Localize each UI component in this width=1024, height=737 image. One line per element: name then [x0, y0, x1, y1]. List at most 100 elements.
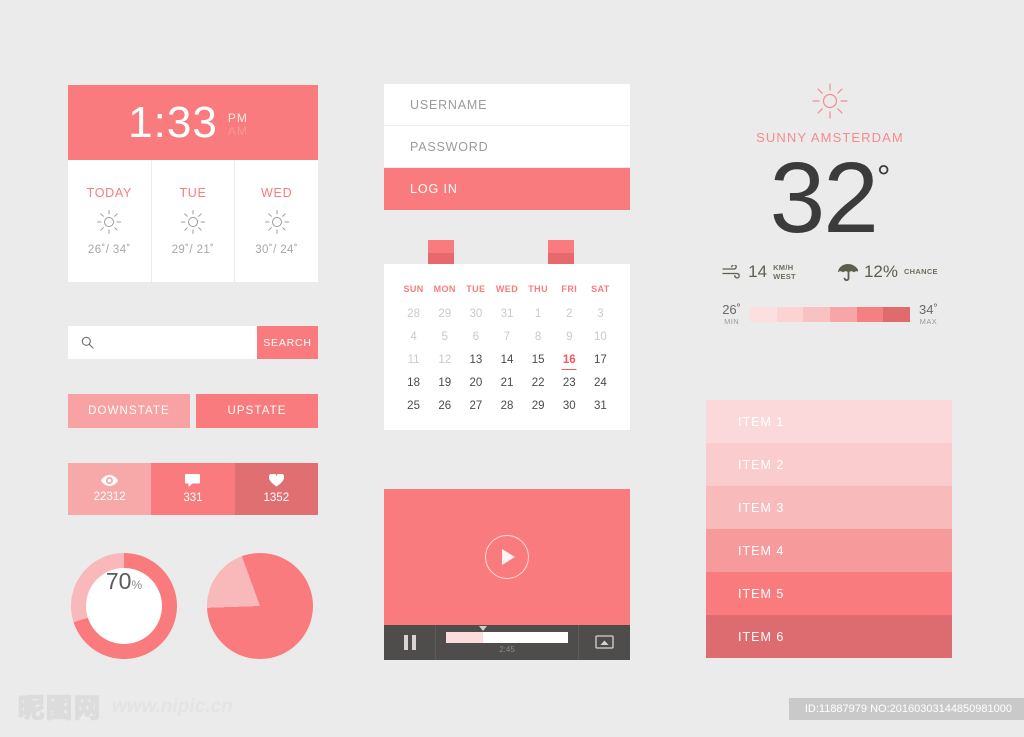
calendar-day[interactable]: 7 — [491, 331, 522, 343]
list-item[interactable]: ITEM 3 — [706, 486, 952, 529]
list-item[interactable]: ITEM 2 — [706, 443, 952, 486]
calendar-day[interactable]: 26 — [429, 400, 460, 412]
calendar-day[interactable]: 31 — [585, 400, 616, 412]
calendar-day[interactable]: 13 — [460, 354, 491, 366]
calendar-day[interactable]: 30 — [460, 308, 491, 320]
play-icon[interactable] — [485, 535, 529, 579]
calendar-day[interactable]: 9 — [554, 331, 585, 343]
calendar-day[interactable]: 5 — [429, 331, 460, 343]
calendar-day[interactable]: 27 — [460, 400, 491, 412]
search-input-area[interactable] — [68, 326, 257, 359]
temp-gradient-segment — [883, 306, 911, 322]
temp-max: 34˚ MAX — [919, 302, 938, 326]
calendar-day[interactable]: 21 — [491, 377, 522, 389]
sun-icon — [264, 209, 290, 235]
stat-comments[interactable]: 331 — [151, 463, 235, 515]
degree-symbol: ° — [876, 159, 891, 197]
clock-header: 1:33 PM AM — [68, 85, 318, 160]
calendar-weekday: FRI — [561, 284, 578, 294]
pause-icon[interactable] — [384, 625, 436, 660]
calendar-day[interactable]: 24 — [585, 377, 616, 389]
clock-weather-widget: 1:33 PM AM TODAY 26˚/ 34˚ TUE 29˚/ 21˚ W… — [68, 85, 318, 282]
calendar-day[interactable]: 29 — [523, 400, 554, 412]
calendar-day[interactable]: 17 — [585, 354, 616, 366]
calendar-day[interactable]: 22 — [523, 377, 554, 389]
calendar-day[interactable]: 20 — [460, 377, 491, 389]
clock-pm-label[interactable]: PM — [228, 112, 248, 125]
calendar-day[interactable]: 6 — [460, 331, 491, 343]
calendar-day[interactable]: 29 — [429, 308, 460, 320]
calendar-day[interactable]: 10 — [585, 331, 616, 343]
list-item[interactable]: ITEM 6 — [706, 615, 952, 658]
calendar-day[interactable]: 11 — [398, 354, 429, 366]
weather-panel: SUNNY AMSTERDAM 32 ° 14 KM/H WEST 12% CH… — [700, 82, 960, 326]
search-icon — [81, 336, 94, 349]
scrub-fill — [446, 631, 483, 643]
ui-kit-canvas: 1:33 PM AM TODAY 26˚/ 34˚ TUE 29˚/ 21˚ W… — [0, 0, 1024, 737]
video-screen[interactable] — [384, 489, 630, 625]
calendar-day[interactable]: 18 — [398, 377, 429, 389]
calendar-day[interactable]: 19 — [429, 377, 460, 389]
forecast-day-today[interactable]: TODAY 26˚/ 34˚ — [68, 160, 152, 282]
temp-gradient-segment — [803, 306, 831, 322]
calendar-day[interactable]: 12 — [429, 354, 460, 366]
calendar-day[interactable]: 14 — [491, 354, 522, 366]
calendar-widget: SUN MON TUE WED THU FRI SAT 28 29 30 31 1 2 3 4 5 6 7 8 9 10… — [384, 240, 630, 430]
forecast-day-tue[interactable]: TUE 29˚/ 21˚ — [152, 160, 236, 282]
search-button[interactable]: SEARCH — [257, 326, 318, 359]
search-input[interactable] — [102, 335, 257, 350]
calendar-day[interactable]: 31 — [491, 308, 522, 320]
clock-am-label[interactable]: AM — [228, 124, 248, 138]
calendar-day[interactable]: 23 — [554, 377, 585, 389]
image-id-badge: ID:11887979 NO:20160303144850981000 — [788, 698, 1024, 720]
calendar-weekday: THU — [528, 284, 548, 294]
calendar-day[interactable]: 3 — [585, 308, 616, 320]
upstate-button[interactable]: UPSTATE — [196, 394, 318, 428]
watermark: 昵图网 www.nipic.cn — [17, 688, 232, 725]
calendar-day[interactable]: 4 — [398, 331, 429, 343]
stat-value: 331 — [183, 492, 203, 504]
sun-icon — [811, 82, 849, 120]
scrub-track[interactable] — [446, 625, 568, 643]
username-field[interactable]: USERNAME — [384, 84, 630, 126]
list-item[interactable]: ITEM 1 — [706, 400, 952, 443]
stat-views[interactable]: 22312 — [68, 463, 152, 515]
login-button[interactable]: LOG IN — [384, 168, 630, 210]
stat-value: 22312 — [93, 491, 126, 503]
calendar-day[interactable]: 8 — [523, 331, 554, 343]
temp-max-label: MAX — [919, 317, 938, 326]
forecast-row: TODAY 26˚/ 34˚ TUE 29˚/ 21˚ WED 30˚/ 24˚ — [68, 160, 318, 282]
downstate-button[interactable]: DOWNSTATE — [68, 394, 190, 428]
stat-likes[interactable]: 1352 — [234, 463, 318, 515]
temp-min-label: MIN — [724, 317, 740, 326]
donut-unit: % — [131, 578, 143, 592]
calendar-day[interactable]: 15 — [523, 354, 554, 366]
scrub-handle[interactable] — [478, 625, 487, 631]
clock-ampm-toggle[interactable]: PM AM — [228, 108, 248, 137]
temp-gradient-segment — [750, 306, 777, 322]
donut-center: 70 % — [86, 568, 162, 644]
calendar-day[interactable]: 25 — [398, 400, 429, 412]
calendar-day[interactable]: 1 — [523, 308, 554, 320]
calendar-weekday: WED — [495, 284, 519, 294]
video-scrubber[interactable]: 2:45 — [436, 625, 578, 660]
temp-min: 26˚ MIN — [722, 302, 741, 326]
list-item[interactable]: ITEM 5 — [706, 572, 952, 615]
cast-icon[interactable] — [578, 625, 630, 660]
calendar-body: SUN MON TUE WED THU FRI SAT 28 29 30 31 1 2 3 4 5 6 7 8 9 10… — [384, 264, 630, 430]
donut-ring: 70 % — [71, 553, 177, 659]
temp-min-value: 26˚ — [722, 302, 741, 317]
donut-progress-chart: 70 % — [71, 553, 177, 659]
calendar-day[interactable]: 28 — [491, 400, 522, 412]
calendar-day[interactable]: 16 — [554, 354, 585, 366]
list-item[interactable]: ITEM 4 — [706, 529, 952, 572]
calendar-day[interactable]: 2 — [554, 308, 585, 320]
clock-time: 1:33 — [128, 97, 218, 147]
temp-gradient-segment — [830, 306, 857, 322]
calendar-day[interactable]: 28 — [398, 308, 429, 320]
rain-label: CHANCE — [903, 267, 938, 277]
stats-bar: 22312 331 1352 — [68, 463, 318, 515]
forecast-day-wed[interactable]: WED 30˚/ 24˚ — [235, 160, 318, 282]
password-field[interactable]: PASSWORD — [384, 126, 630, 168]
calendar-day[interactable]: 30 — [554, 400, 585, 412]
